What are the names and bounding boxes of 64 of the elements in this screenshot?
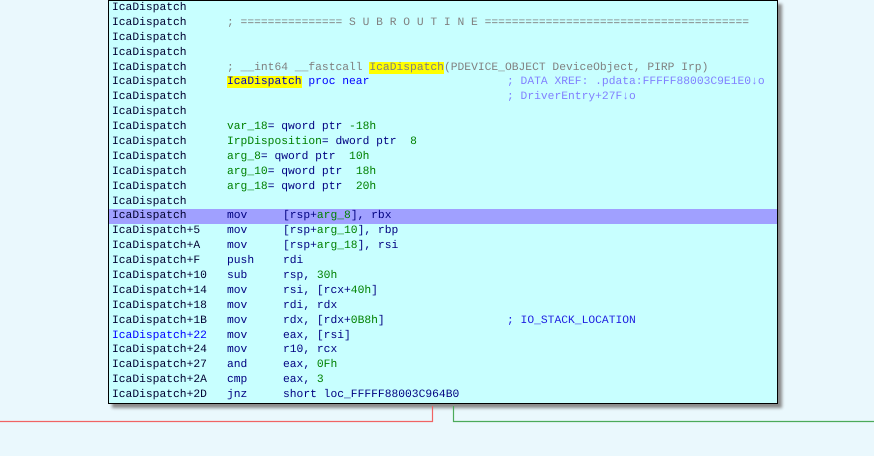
instruction-operands: rdi, rdx xyxy=(283,298,338,314)
code-text: ; =============== S U B R O U T I N E ======================================= xyxy=(227,16,750,31)
instruction-mnemonic: mov xyxy=(227,239,248,254)
instruction-mnemonic: sub xyxy=(227,269,248,284)
address-label: IcaDispatch+14 xyxy=(111,284,208,299)
code-comment: ; IO_STACK_LOCATION xyxy=(507,314,636,329)
instruction-operands: short loc_FFFFF88003C964B0 xyxy=(283,388,460,404)
instruction-mnemonic: mov xyxy=(227,343,248,358)
address-label: IcaDispatch xyxy=(111,75,188,90)
address-label: IcaDispatch xyxy=(111,60,188,76)
address-label: IcaDispatch xyxy=(111,164,188,180)
address-label: IcaDispatch+5 xyxy=(111,224,202,240)
instruction-mnemonic: cmp xyxy=(227,373,248,388)
address-label: IcaDispatch xyxy=(111,90,188,106)
instruction-mnemonic: mov xyxy=(227,298,248,314)
instruction-mnemonic: jnz xyxy=(227,388,248,404)
code-text: IcaDispatch proc near xyxy=(227,75,370,90)
address-label: IcaDispatch+1B xyxy=(111,314,208,329)
address-label: IcaDispatch xyxy=(111,30,188,46)
instruction-mnemonic: mov xyxy=(227,328,248,344)
instruction-operands: eax, 3 xyxy=(283,373,324,388)
instruction-operands: rsi, [rcx+40h] xyxy=(283,284,378,299)
instruction-mnemonic: push xyxy=(227,254,256,270)
instruction-mnemonic: mov xyxy=(227,314,248,329)
address-label: IcaDispatch+A xyxy=(111,239,202,254)
address-label: IcaDispatch xyxy=(111,180,188,195)
address-label: IcaDispatch+27 xyxy=(111,358,208,374)
instruction-mnemonic: and xyxy=(227,358,248,374)
address-label: IcaDispatch+F xyxy=(111,254,202,270)
instruction-operands: eax, 0Fh xyxy=(283,358,338,374)
address-label: IcaDispatch xyxy=(111,120,188,136)
address-label: IcaDispatch+22 xyxy=(111,328,208,344)
code-text: arg_8= qword ptr 10h xyxy=(227,150,370,165)
code-text: IrpDisposition= dword ptr 8 xyxy=(227,135,417,150)
code-comment: ; DATA XREF: .pdata:FFFFF88003C9E1E0↓o xyxy=(507,75,765,90)
address-label: IcaDispatch+2D xyxy=(111,388,208,404)
address-label: IcaDispatch xyxy=(111,209,188,224)
address-label: IcaDispatch xyxy=(111,16,188,31)
address-label: IcaDispatch xyxy=(111,150,188,165)
address-label: IcaDispatch+2A xyxy=(111,373,208,388)
code-text: arg_18= qword ptr 20h xyxy=(227,180,376,195)
address-label: IcaDispatch xyxy=(111,194,188,210)
address-label: IcaDispatch+24 xyxy=(111,343,208,358)
code-comment: ; DriverEntry+27F↓o xyxy=(507,90,636,106)
code-text: ; __int64 __fastcall IcaDispatch(PDEVICE_OBJECT DeviceObject, PIRP Irp) xyxy=(227,60,708,76)
instruction-operands: eax, [rsi] xyxy=(283,328,351,344)
instruction-operands: rdi xyxy=(283,254,304,270)
address-label: IcaDispatch xyxy=(111,135,188,150)
address-label: IcaDispatch+10 xyxy=(111,269,208,284)
instruction-mnemonic: mov xyxy=(227,224,248,240)
instruction-operands: [rsp+arg_8], rbx xyxy=(283,209,392,224)
instruction-operands: r10, rcx xyxy=(283,343,338,358)
address-label: IcaDispatch xyxy=(111,46,188,61)
code-text: arg_10= qword ptr 18h xyxy=(227,164,376,180)
address-label: IcaDispatch xyxy=(111,105,188,120)
instruction-operands: [rsp+arg_10], rbp xyxy=(283,224,398,240)
instruction-operands: rsp, 30h xyxy=(283,269,338,284)
address-label: IcaDispatch+18 xyxy=(111,298,208,314)
instruction-operands: rdx, [rdx+0B8h] xyxy=(283,314,385,329)
address-label: IcaDispatch xyxy=(111,1,188,16)
instruction-mnemonic: mov xyxy=(227,284,248,299)
instruction-mnemonic: mov xyxy=(227,209,248,224)
code-text: var_18= qword ptr -18h xyxy=(227,120,376,136)
instruction-operands: [rsp+arg_18], rsi xyxy=(283,239,398,254)
